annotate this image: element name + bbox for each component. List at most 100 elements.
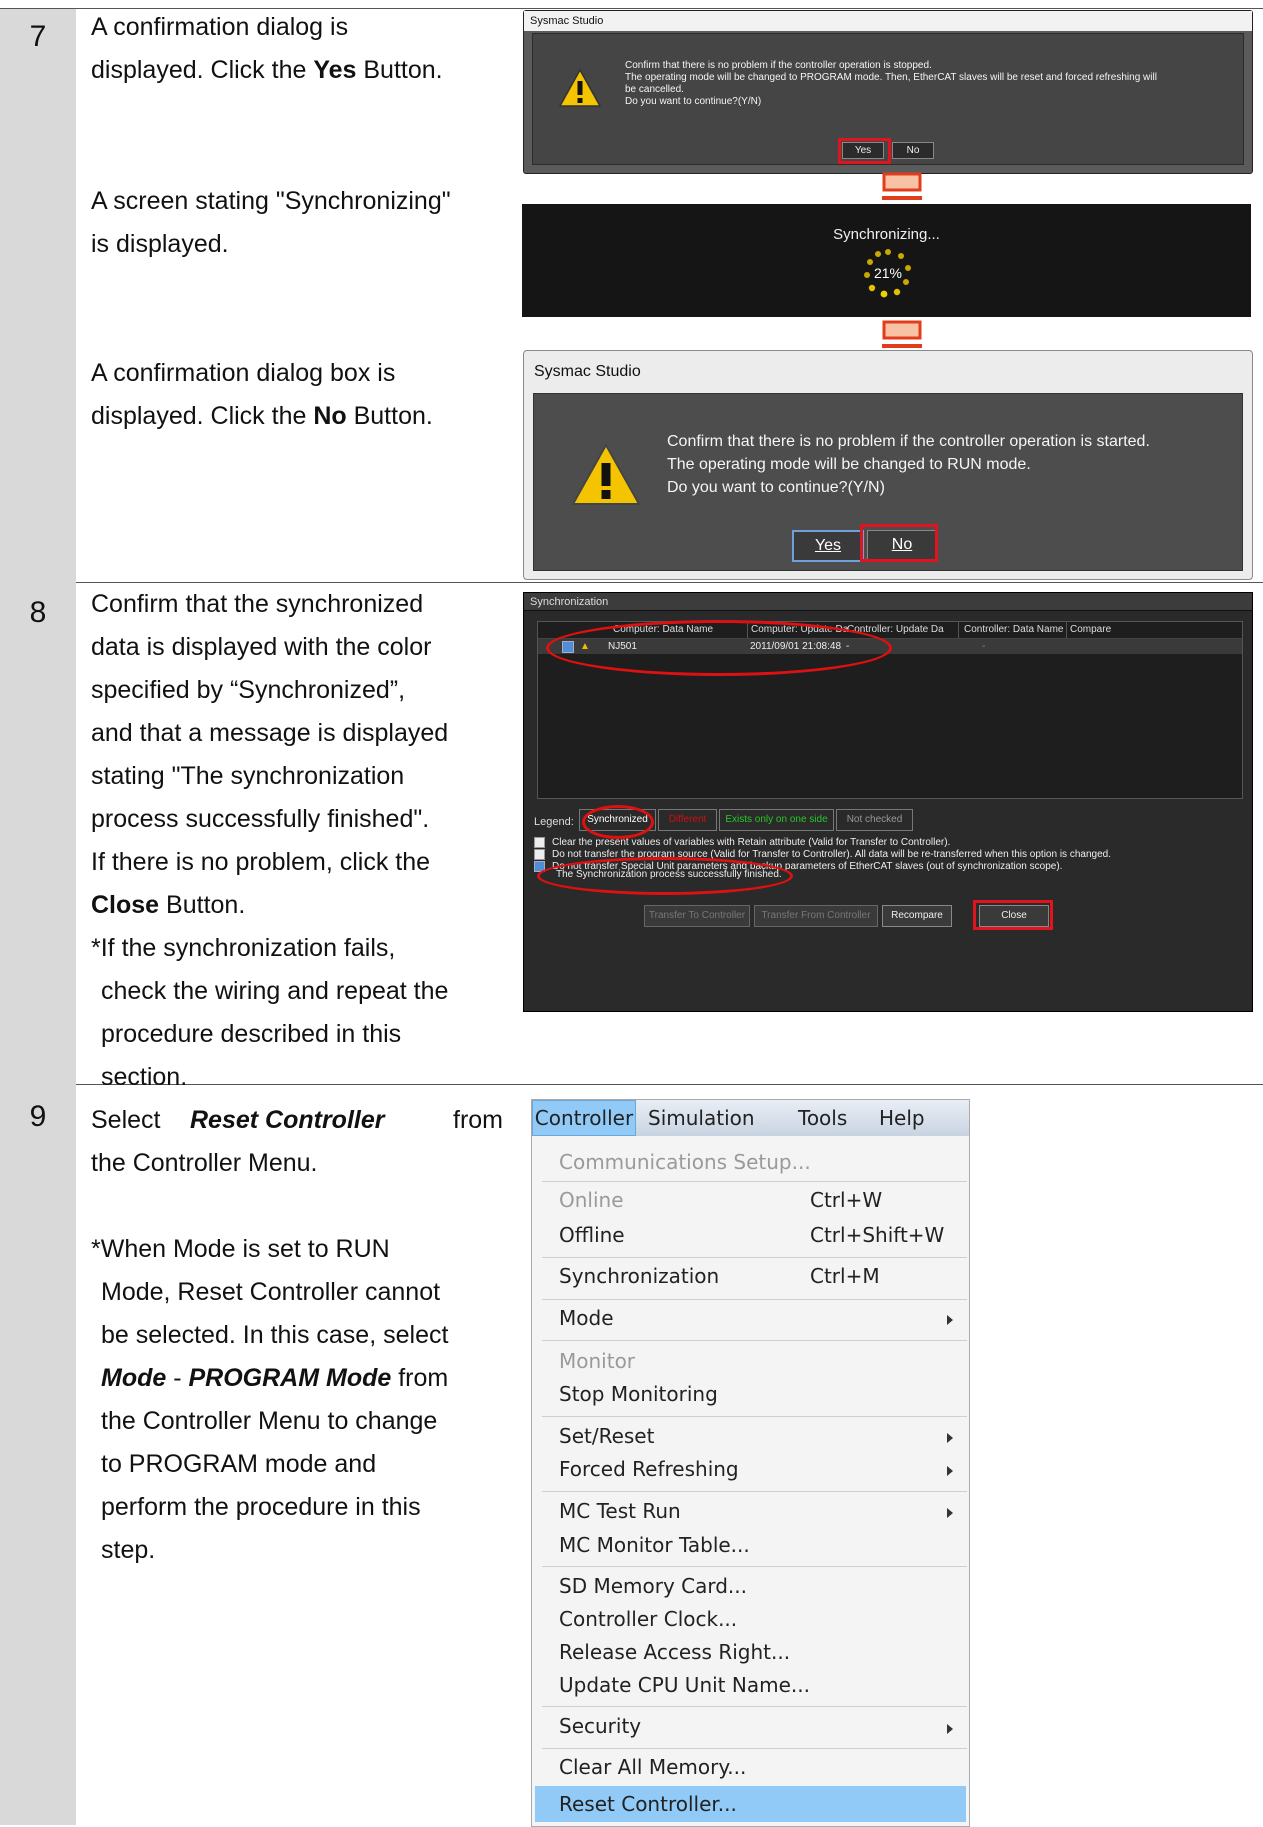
submenu-arrow-icon bbox=[947, 1466, 953, 1476]
menu-separator bbox=[542, 1566, 967, 1567]
menu-item-synchronization[interactable]: Synchronization bbox=[559, 1264, 719, 1288]
text-line: Button. bbox=[346, 402, 433, 430]
text-line: be selected. In this case, select bbox=[101, 1321, 449, 1349]
status-ellipse bbox=[537, 857, 793, 895]
text-line: the Controller Menu to change bbox=[101, 1407, 438, 1435]
menu-separator bbox=[542, 1181, 967, 1182]
transfer-to-controller-button[interactable]: Transfer To Controller bbox=[644, 905, 750, 927]
down-arrow-icon bbox=[882, 320, 922, 348]
menu-item-mc-test-run[interactable]: MC Test Run bbox=[559, 1499, 681, 1523]
text-line: data is displayed with the color bbox=[91, 633, 432, 661]
submenu-arrow-icon bbox=[947, 1508, 953, 1518]
text-line: to PROGRAM mode and bbox=[101, 1450, 377, 1478]
checkbox[interactable] bbox=[534, 837, 545, 848]
column-header[interactable]: Controller: Data Name bbox=[958, 622, 1063, 638]
menu-item-stop-monitoring[interactable]: Stop Monitoring bbox=[559, 1382, 718, 1406]
bold-text: Reset Controller bbox=[190, 1106, 385, 1134]
synchronizing-screen: Synchronizing... 21% bbox=[522, 204, 1251, 317]
dialog-message: Do you want to continue?(Y/N) bbox=[667, 479, 885, 496]
menu-separator bbox=[542, 1491, 967, 1492]
menu-item-update-cpu-unit-name[interactable]: Update CPU Unit Name... bbox=[559, 1673, 810, 1697]
menu-item-release-access-right[interactable]: Release Access Right... bbox=[559, 1640, 790, 1664]
controller-menu: Controller Simulation Tools Help Communi… bbox=[531, 1099, 970, 1827]
step-number: 7 bbox=[29, 20, 47, 53]
yes-button[interactable]: Yes bbox=[792, 530, 864, 562]
warning-icon bbox=[558, 68, 602, 107]
menu-item-reset-controller[interactable]: Reset Controller... bbox=[559, 1792, 737, 1816]
dialog-message: The operating mode will be changed to PR… bbox=[625, 72, 1157, 83]
legend-ellipse bbox=[582, 805, 654, 839]
text-line: specified by “Synchronized”, bbox=[91, 676, 406, 704]
text-line: A screen stating "Synchronizing" bbox=[91, 187, 451, 215]
dialog-message: Do you want to continue?(Y/N) bbox=[625, 96, 762, 107]
legend-label: Legend: bbox=[534, 816, 574, 828]
legend-one-side: Exists only on one side bbox=[719, 809, 834, 831]
menu-separator bbox=[542, 1257, 967, 1258]
confirm-dialog-start: Sysmac Studio Confirm that there is no p… bbox=[523, 350, 1253, 580]
step9-instruction: Select Reset Controller from the Control… bbox=[91, 1099, 511, 1572]
menu-item-online[interactable]: Online bbox=[559, 1188, 624, 1212]
menu-controller[interactable]: Controller bbox=[532, 1100, 636, 1136]
text-line: and that a message is displayed bbox=[91, 719, 449, 747]
menu-shortcut: Ctrl+M bbox=[810, 1264, 880, 1288]
menu-item-mode[interactable]: Mode bbox=[559, 1306, 614, 1330]
synchronization-window: Synchronization Computer: Data Name Comp… bbox=[523, 592, 1253, 1012]
no-button[interactable]: No bbox=[892, 142, 934, 159]
menu-item-forced-refreshing[interactable]: Forced Refreshing bbox=[559, 1457, 739, 1481]
recompare-button[interactable]: Recompare bbox=[882, 905, 952, 927]
dialog-message: be cancelled. bbox=[625, 84, 684, 95]
menu-separator bbox=[542, 1748, 967, 1749]
checkbox[interactable] bbox=[534, 849, 545, 861]
submenu-arrow-icon bbox=[947, 1433, 953, 1443]
text-line: step. bbox=[101, 1536, 156, 1564]
step-number-column bbox=[0, 9, 76, 1825]
text-line: perform the procedure in this bbox=[101, 1493, 421, 1521]
text-line: stating "The synchronization bbox=[91, 762, 405, 790]
dialog-message: Confirm that there is no problem if the … bbox=[625, 60, 932, 71]
menu-item-monitor[interactable]: Monitor bbox=[559, 1349, 635, 1373]
menu-item-communications-setup[interactable]: Communications Setup... bbox=[559, 1150, 811, 1174]
text-line: If there is no problem, click the bbox=[91, 848, 431, 876]
step7-instruction: A confirmation dialog is displayed. Clic… bbox=[91, 6, 511, 92]
text-word: - bbox=[166, 1364, 189, 1392]
menu-item-clear-all-memory[interactable]: Clear All Memory... bbox=[559, 1755, 746, 1779]
bold-text: PROGRAM Mode bbox=[188, 1364, 392, 1392]
menu-tools[interactable]: Tools bbox=[798, 1100, 847, 1136]
step7-sync-text: A screen stating "Synchronizing" is disp… bbox=[91, 180, 511, 266]
menu-item-security[interactable]: Security bbox=[559, 1714, 641, 1738]
text-word: from bbox=[453, 1106, 503, 1134]
step8-instruction: Confirm that the synchronized data is di… bbox=[91, 583, 511, 1099]
legend-not-checked: Not checked bbox=[836, 809, 913, 831]
text-line: the Controller Menu. bbox=[91, 1149, 318, 1177]
transfer-from-controller-button[interactable]: Transfer From Controller bbox=[754, 905, 878, 927]
menu-simulation[interactable]: Simulation bbox=[648, 1100, 755, 1136]
menu-item-mc-monitor-table[interactable]: MC Monitor Table... bbox=[559, 1533, 750, 1557]
text-line: *If the synchronization fails, bbox=[91, 934, 396, 962]
menu-item-set-reset[interactable]: Set/Reset bbox=[559, 1424, 654, 1448]
down-arrow-icon bbox=[882, 172, 922, 200]
legend-different: Different bbox=[658, 809, 717, 831]
menu-separator bbox=[542, 1299, 967, 1300]
option-row[interactable]: Clear the present values of variables wi… bbox=[534, 837, 1111, 849]
bold-text: Close bbox=[91, 891, 160, 919]
menu-help[interactable]: Help bbox=[879, 1100, 925, 1136]
text-line: A confirmation dialog is bbox=[91, 13, 349, 41]
text-line: A confirmation dialog box is bbox=[91, 359, 396, 387]
menu-separator bbox=[542, 1416, 967, 1417]
text-word: from bbox=[391, 1364, 449, 1392]
column-header[interactable]: Compare bbox=[1066, 622, 1111, 638]
progress-label: Synchronizing... bbox=[833, 226, 940, 243]
text-line: displayed. Click the bbox=[91, 402, 314, 430]
menu-item-sd-memory-card[interactable]: SD Memory Card... bbox=[559, 1574, 747, 1598]
text-line: Confirm that the synchronized bbox=[91, 590, 424, 618]
bold-text: Yes bbox=[313, 56, 357, 84]
dialog-message: The operating mode will be changed to RU… bbox=[667, 456, 1031, 473]
text-line: Button. bbox=[356, 56, 443, 84]
close-highlight-box bbox=[973, 900, 1053, 930]
text-word: Select bbox=[91, 1106, 161, 1134]
menu-item-controller-clock[interactable]: Controller Clock... bbox=[559, 1607, 737, 1631]
menu-item-offline[interactable]: Offline bbox=[559, 1223, 625, 1247]
option-label: Clear the present values of variables wi… bbox=[552, 837, 951, 849]
text-line: procedure described in this bbox=[101, 1020, 402, 1048]
dialog-title: Sysmac Studio bbox=[534, 363, 641, 380]
